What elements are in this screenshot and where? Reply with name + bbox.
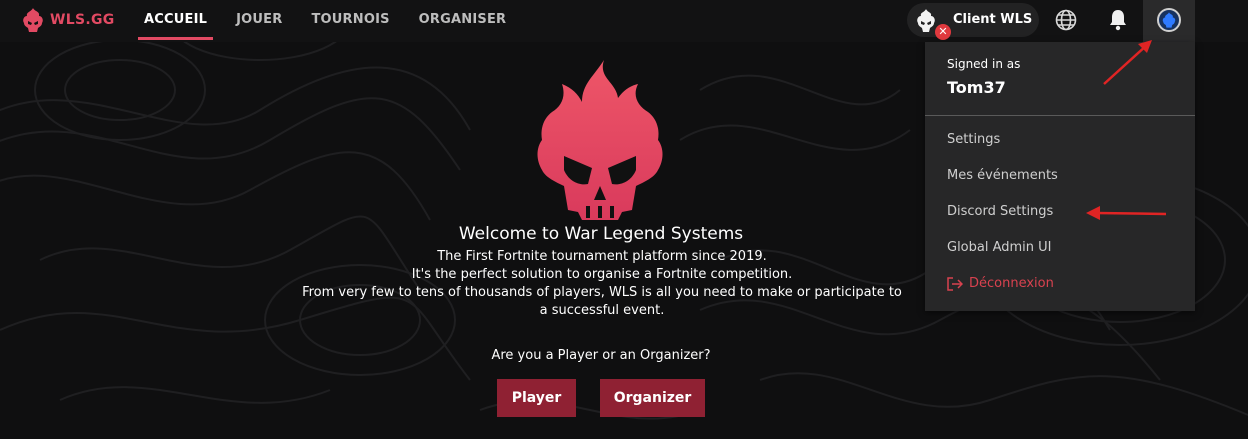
welcome-description: The First Fortnite tournament platform s… <box>200 248 1004 320</box>
skull-logo-icon <box>23 8 43 32</box>
annotation-arrow-discord <box>1086 206 1167 220</box>
brand-logo[interactable]: WLS.GG <box>22 8 115 32</box>
welcome-line: a successful event. <box>539 303 665 318</box>
bell-icon[interactable] <box>1107 8 1129 32</box>
player-button[interactable]: Player <box>497 379 576 417</box>
nav-item-accueil[interactable]: ACCUEIL <box>138 0 214 42</box>
welcome-line: The First Fortnite tournament platform s… <box>437 249 767 264</box>
organizer-button[interactable]: Organizer <box>600 379 705 417</box>
signed-in-label: Signed in as <box>947 57 1021 71</box>
logout-icon <box>947 276 963 291</box>
role-question: Are you a Player or an Organizer? <box>491 348 711 363</box>
welcome-line: From very few to tens of thousands of pl… <box>302 285 902 300</box>
menu-item-mes-evenements[interactable]: Mes événements <box>947 168 1058 183</box>
nav-item-jouer[interactable]: JOUER <box>230 0 288 42</box>
top-navbar: WLS.GG ACCUEIL JOUER TOURNOIS ORGANISER … <box>0 0 1248 42</box>
menu-item-settings[interactable]: Settings <box>947 132 1000 147</box>
globe-icon[interactable] <box>1054 8 1078 32</box>
menu-item-logout[interactable]: Déconnexion <box>947 276 1054 291</box>
menu-item-global-admin-ui[interactable]: Global Admin UI <box>947 240 1052 255</box>
hero-skull-logo-icon <box>537 60 663 220</box>
welcome-line: It's the perfect solution to organise a … <box>411 267 793 282</box>
logout-label: Déconnexion <box>969 276 1054 291</box>
divider <box>925 115 1195 116</box>
client-wls-label: Client WLS <box>953 12 1033 27</box>
nav-item-tournois[interactable]: TOURNOIS <box>305 0 395 42</box>
close-icon: ✕ <box>935 24 951 40</box>
annotation-arrow-avatar <box>1103 40 1152 85</box>
avatar-icon <box>1162 12 1176 28</box>
main-nav: ACCUEIL JOUER TOURNOIS ORGANISER <box>138 0 529 42</box>
client-wls-button[interactable]: ✕ Client WLS <box>907 3 1039 40</box>
avatar <box>1157 8 1181 32</box>
nav-item-organiser[interactable]: ORGANISER <box>413 0 513 42</box>
brand-name: WLS.GG <box>50 12 115 28</box>
menu-item-discord-settings[interactable]: Discord Settings <box>947 204 1053 219</box>
username: Tom37 <box>947 78 1006 97</box>
